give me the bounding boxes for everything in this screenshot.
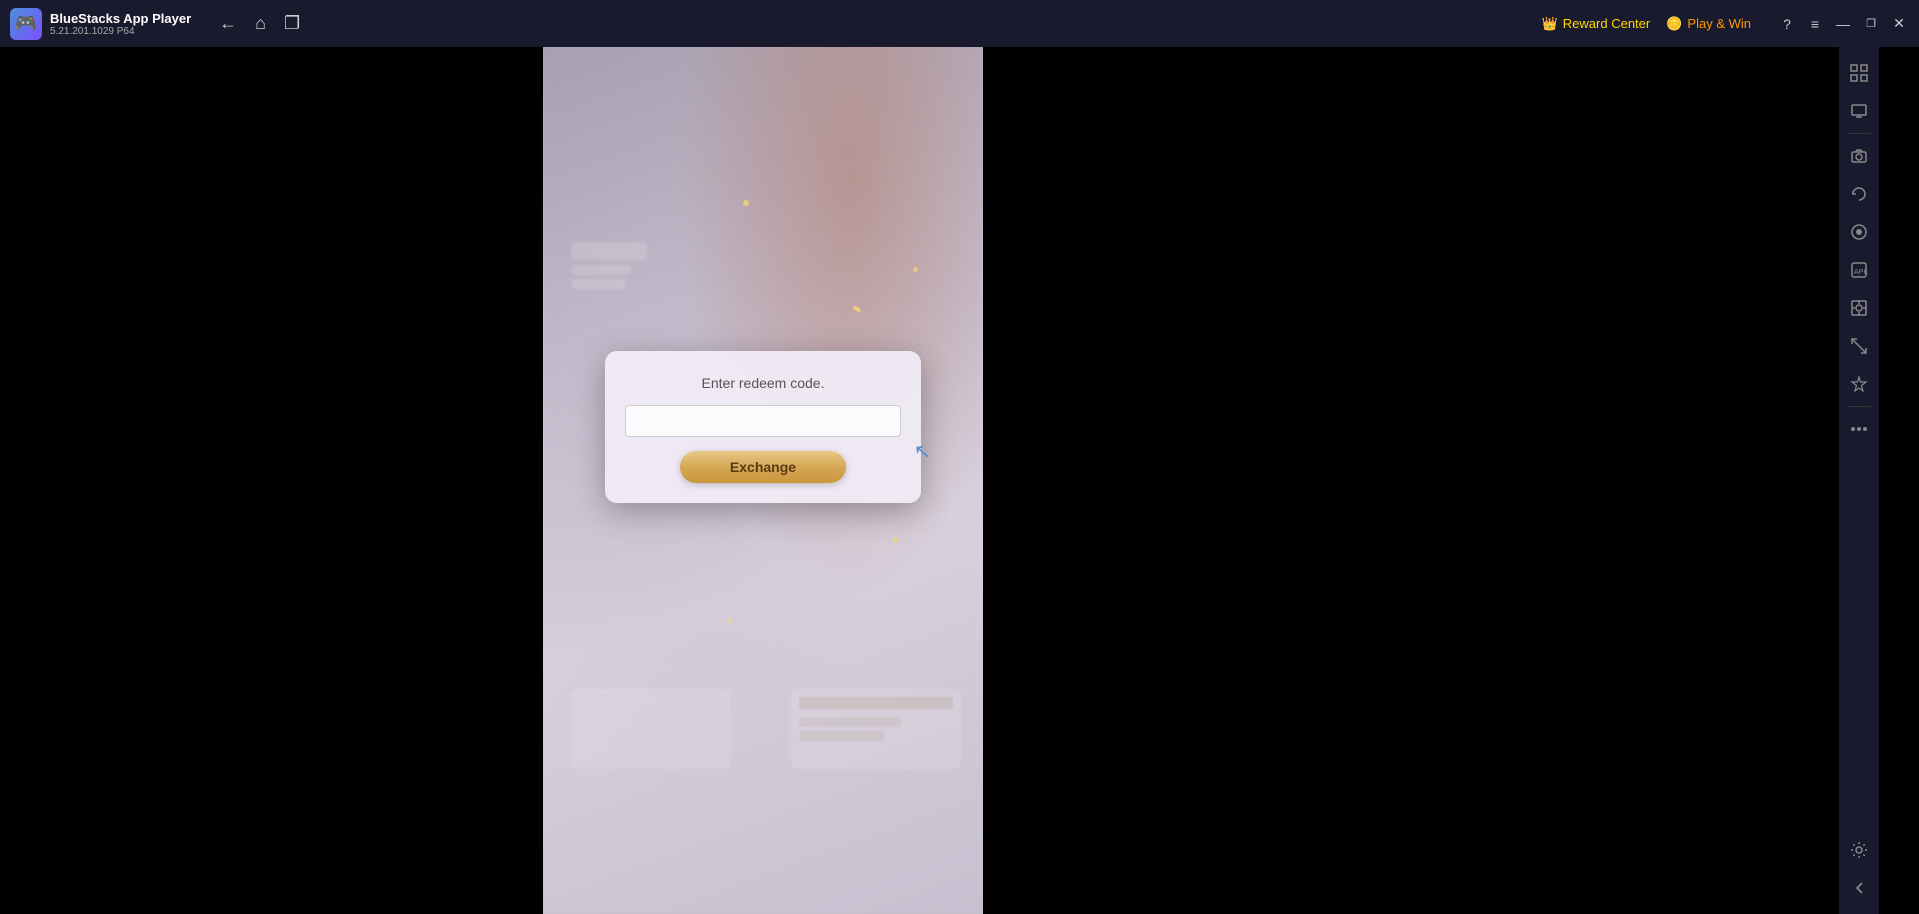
sidebar-more-button[interactable] bbox=[1841, 411, 1877, 447]
play-win-label: Play & Win bbox=[1687, 16, 1751, 31]
bottom-card-1 bbox=[571, 689, 731, 769]
help-icon: ? bbox=[1783, 16, 1791, 32]
window-controls: ? ≡ — ❐ ✕ bbox=[1777, 14, 1909, 34]
sidebar-expand-button[interactable] bbox=[1841, 55, 1877, 91]
sidebar-capture-button[interactable] bbox=[1841, 290, 1877, 326]
scale-icon bbox=[1850, 337, 1868, 355]
right-sidebar: APK bbox=[1839, 47, 1879, 914]
nav-icons: ← ⌂ ❐ bbox=[219, 13, 300, 34]
bg-ui-2 bbox=[571, 265, 631, 275]
title-bar-right: 👑 Reward Center 🪙 Play & Win ? ≡ — ❐ ✕ bbox=[1542, 14, 1919, 34]
apk-icon: APK bbox=[1850, 261, 1868, 279]
menu-icon: ≡ bbox=[1811, 16, 1819, 32]
particle-5 bbox=[728, 619, 732, 623]
help-button[interactable]: ? bbox=[1777, 14, 1797, 34]
record-icon bbox=[1850, 223, 1868, 241]
more-dots-icon bbox=[1850, 426, 1868, 432]
main-area: Enter redeem code. Exchange ↖ bbox=[0, 47, 1879, 914]
back-arrow-icon bbox=[1852, 881, 1866, 895]
sidebar-settings-button[interactable] bbox=[1841, 832, 1877, 868]
title-bar: 🎮 BlueStacks App Player 5.21.201.1029 P6… bbox=[0, 0, 1919, 47]
minimize-button[interactable]: — bbox=[1833, 14, 1853, 34]
home-nav-icon[interactable]: ⌂ bbox=[255, 13, 266, 34]
reward-center-button[interactable]: 👑 Reward Center bbox=[1542, 16, 1651, 32]
sidebar-rotate-button[interactable] bbox=[1841, 176, 1877, 212]
sidebar-effects-button[interactable] bbox=[1841, 366, 1877, 402]
redeem-code-input[interactable] bbox=[625, 405, 901, 437]
copy-nav-icon[interactable]: ❐ bbox=[284, 13, 300, 34]
particle-4 bbox=[893, 537, 898, 542]
restore-button[interactable]: ❐ bbox=[1861, 14, 1881, 34]
app-logo: 🎮 bbox=[10, 8, 42, 40]
reward-center-label: Reward Center bbox=[1563, 16, 1650, 31]
capture-icon bbox=[1850, 299, 1868, 317]
bg-ui-1 bbox=[571, 242, 647, 260]
svg-text:APK: APK bbox=[1854, 269, 1868, 276]
sidebar-record-button[interactable] bbox=[1841, 214, 1877, 250]
app-version: 5.21.201.1029 P64 bbox=[50, 26, 191, 37]
particle-2 bbox=[913, 267, 918, 272]
screen-icon bbox=[1850, 102, 1868, 120]
restore-icon: ❐ bbox=[1866, 17, 1876, 30]
sidebar-sep-2 bbox=[1847, 406, 1871, 407]
bg-ui-3 bbox=[571, 279, 626, 289]
redeem-dialog: Enter redeem code. Exchange bbox=[605, 351, 921, 503]
sidebar-screen-button[interactable] bbox=[1841, 93, 1877, 129]
game-viewport[interactable]: Enter redeem code. Exchange ↖ bbox=[543, 47, 983, 914]
bottom-card-2 bbox=[791, 689, 961, 769]
sidebar-sep-1 bbox=[1847, 133, 1871, 134]
particle-1 bbox=[743, 200, 749, 206]
title-bar-left: 🎮 BlueStacks App Player 5.21.201.1029 P6… bbox=[0, 8, 1542, 40]
minimize-icon: — bbox=[1836, 16, 1850, 32]
expand-icon bbox=[1850, 64, 1868, 82]
camera-icon bbox=[1850, 147, 1868, 165]
play-win-button[interactable]: 🪙 Play & Win bbox=[1666, 16, 1751, 32]
play-win-coin-icon: 🪙 bbox=[1666, 16, 1682, 32]
exchange-button[interactable]: Exchange bbox=[680, 451, 846, 483]
sidebar-back-button[interactable] bbox=[1841, 870, 1877, 906]
dialog-title: Enter redeem code. bbox=[702, 375, 825, 391]
back-nav-icon[interactable]: ← bbox=[219, 13, 237, 34]
sidebar-apk-button[interactable]: APK bbox=[1841, 252, 1877, 288]
app-title-group: BlueStacks App Player 5.21.201.1029 P64 bbox=[50, 11, 191, 37]
sidebar-scale-button[interactable] bbox=[1841, 328, 1877, 364]
settings-icon bbox=[1850, 841, 1868, 859]
black-right-area bbox=[983, 47, 1876, 914]
rotate-icon bbox=[1850, 185, 1868, 203]
close-icon: ✕ bbox=[1893, 15, 1905, 32]
app-title: BlueStacks App Player bbox=[50, 11, 191, 26]
close-button[interactable]: ✕ bbox=[1889, 14, 1909, 34]
reward-crown-icon: 👑 bbox=[1542, 16, 1558, 32]
sidebar-screenshot-button[interactable] bbox=[1841, 138, 1877, 174]
effects-icon bbox=[1850, 375, 1868, 393]
menu-button[interactable]: ≡ bbox=[1805, 14, 1825, 34]
black-left-area bbox=[0, 47, 543, 914]
